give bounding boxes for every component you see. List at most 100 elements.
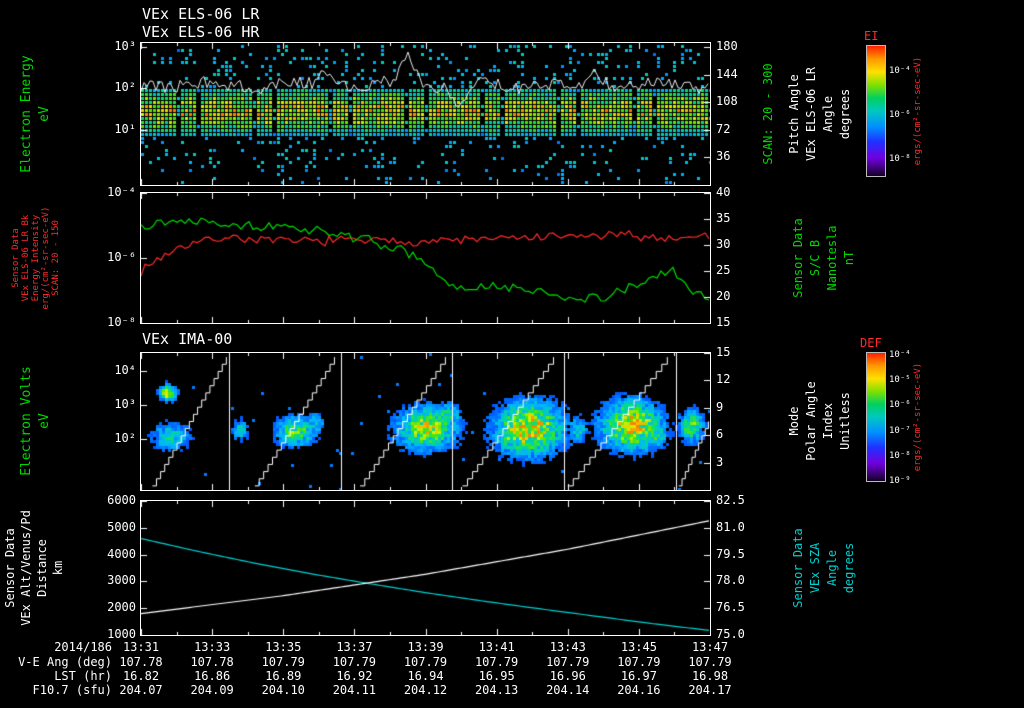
panel3-right-axis-title: Mode: [787, 406, 801, 436]
panel3-right-tick: 3: [716, 454, 724, 469]
panel2-right-tick: 40: [716, 185, 731, 199]
panel4-right-tick: 75.0: [716, 627, 745, 641]
panel3-y-tick: 10³: [114, 397, 136, 412]
panel4-right-axis-title: Angle: [825, 549, 839, 587]
els-colorbar: [866, 45, 886, 177]
panel2-right-tick: 30: [716, 237, 731, 251]
bottom-row-label: F10.7 (sfu): [32, 683, 112, 697]
panel1-right-tick: 180: [716, 39, 738, 54]
panel4-y-tick: 4000: [107, 546, 136, 561]
bottom-row-value: 204.07: [119, 683, 163, 697]
panel3-right-tick: 9: [716, 399, 724, 414]
ima-colorbar: [866, 352, 886, 482]
panel4-right-tick: 76.5: [716, 600, 745, 615]
time-tick-label: 13:37: [336, 640, 373, 654]
bottom-row-value: 16.95: [478, 669, 515, 683]
els-colorbar-title: EI: [864, 29, 879, 43]
panel3-right-tick: 6: [716, 427, 724, 442]
panel2-right-tick: 15: [716, 315, 731, 329]
altitude-sza-panel: [140, 500, 711, 636]
bottom-row-value: 107.79: [688, 655, 732, 669]
panel1-right-axis-title: degrees: [838, 88, 852, 140]
panel2-right-axis-title: nT: [842, 250, 856, 266]
ima-colorbar-tick: 10⁻⁴: [889, 349, 911, 360]
panel2-right-axis-title: Nanotesla: [825, 225, 839, 291]
panel2-y-axis-title: SCAN: 20 - 150: [51, 220, 61, 296]
panel4-y-tick: 5000: [107, 519, 136, 534]
panel1-right-tick: 108: [716, 94, 738, 109]
plot-title-ima: VEx IMA-00: [142, 330, 233, 348]
panel3-y-axis-title: eV: [37, 413, 52, 429]
panel4-y-axis-title: Distance: [35, 539, 49, 597]
intensity-bfield-panel: [140, 192, 711, 324]
time-tick-label: 13:43: [549, 640, 586, 654]
panel4-right-axis-title: degrees: [842, 542, 856, 594]
bottom-row-value: 16.92: [336, 669, 373, 683]
bottom-row-value: 16.94: [407, 669, 444, 683]
panel2-right-axis-title: S/C B: [808, 239, 822, 277]
els-colorbar-tick: 10⁻⁶: [889, 109, 911, 120]
panel2-y-tick: 10⁻⁶: [107, 250, 136, 264]
bottom-row-value: 107.79: [403, 655, 448, 669]
bottom-row-value: 204.11: [332, 683, 377, 697]
panel4-right-tick: 82.5: [716, 493, 745, 507]
ima-spectrogram-canvas: [141, 353, 710, 490]
time-tick-label: 13:33: [194, 640, 231, 654]
panel3-y-axis-title: Electron Volts: [19, 366, 34, 476]
panel3-y-tick: 10²: [114, 431, 136, 446]
panel3-right-axis-title: Index: [821, 402, 835, 440]
bottom-row-label: LST (hr): [54, 669, 112, 683]
panel4-y-axis-title: km: [51, 560, 65, 576]
els-spectrogram-panel: [140, 42, 711, 186]
bottom-row-value: 107.79: [546, 655, 590, 669]
panel3-right-tick: 12: [716, 372, 731, 387]
panel1-right-tick: 36: [716, 149, 731, 164]
intensity-bfield-canvas: [141, 193, 710, 323]
els-colorbar-tick: 10⁻⁸: [889, 153, 911, 164]
panel1-right-axis-title: VEx ELS-06 LR: [804, 67, 818, 161]
panel1-right-axis-title: Angle: [821, 95, 835, 133]
panel2-right-tick: 35: [716, 211, 731, 225]
bottom-row-value: 16.86: [194, 669, 231, 683]
els-colorbar-units: ergs/(cm²-sr-sec-eV): [913, 56, 923, 166]
panel1-y-tick: 10³: [114, 39, 136, 54]
panel2-y-tick: 10⁻⁸: [107, 315, 136, 329]
bottom-row-value: 107.79: [332, 655, 377, 669]
time-tick-label: 13:31: [122, 640, 160, 654]
bottom-row-value: 204.12: [403, 683, 448, 697]
panel4-right-tick: 81.0: [716, 519, 745, 534]
bottom-row-value: 107.79: [261, 655, 305, 669]
panel3-y-tick: 10⁴: [114, 362, 136, 377]
bottom-row-value: 204.16: [617, 683, 661, 697]
panel2-right-axis-title: Sensor Data: [791, 218, 805, 298]
ima-colorbar-title: DEF: [860, 336, 882, 350]
bottom-row-value: 107.79: [617, 655, 661, 669]
bottom-row-label: V-E Ang (deg): [18, 655, 112, 669]
panel4-right-axis-title: VEx SZA: [808, 542, 822, 594]
panel4-right-tick: 79.5: [716, 546, 745, 561]
time-tick-label: 13:35: [265, 640, 302, 654]
panel1-y-axis-title: eV: [37, 106, 52, 122]
panel3-right-tick: 15: [716, 345, 731, 359]
panel1-scan-range-label: SCAN: 20 - 300: [761, 63, 775, 165]
panel4-y-axis-title: Sensor Data: [3, 528, 17, 608]
els-colorbar-tick: 10⁻⁴: [889, 66, 911, 77]
panel4-y-tick: 2000: [107, 600, 136, 615]
panel2-right-tick: 25: [716, 263, 731, 277]
bottom-row-value: 204.09: [190, 683, 234, 697]
panel1-y-tick: 10¹: [114, 121, 136, 136]
panel3-right-axis-title: Polar Angle: [804, 381, 818, 461]
time-tick-label: 13:39: [407, 640, 444, 654]
panel1-right-tick: 72: [716, 121, 731, 136]
altitude-sza-canvas: [141, 501, 710, 635]
panel2-right-tick: 20: [716, 289, 731, 303]
bottom-row-value: 107.79: [474, 655, 519, 669]
panel3-right-axis-title: Unitless: [838, 392, 852, 450]
ima-colorbar-tick: 10⁻⁸: [889, 451, 911, 461]
panel2-y-tick: 10⁻⁴: [107, 185, 136, 199]
ima-colorbar-tick: 10⁻⁶: [889, 400, 911, 411]
ima-colorbar-units: ergs/(cm²-sr-sec-eV): [913, 362, 923, 472]
plot-title-els-lr: VEx ELS-06 LR: [142, 5, 260, 23]
plot-title-els-hr: VEx ELS-06 HR: [142, 23, 260, 41]
time-tick-label: 13:41: [478, 640, 515, 654]
